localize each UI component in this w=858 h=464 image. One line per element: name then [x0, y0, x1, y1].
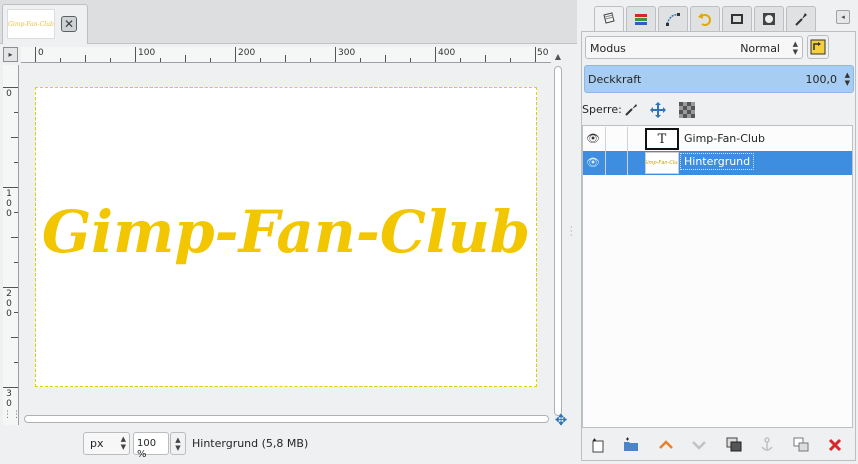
- zoom-dropdown-button[interactable]: ▲ ▼: [170, 432, 186, 455]
- layer-name[interactable]: Hintergrund: [680, 153, 755, 170]
- layer-thumbnail: Gimp-Fan-Club: [645, 152, 679, 174]
- new-layer-icon[interactable]: [586, 434, 610, 456]
- unit-select[interactable]: px ▲ ▼: [83, 432, 130, 455]
- navigate-icon[interactable]: ✥: [553, 412, 569, 428]
- opacity-value: 100,0: [805, 73, 838, 86]
- new-layer-group-icon[interactable]: [619, 434, 643, 456]
- status-info: Hintergrund (5,8 MB): [192, 437, 309, 450]
- zoom-input[interactable]: 100 %: [133, 432, 169, 460]
- layers-list[interactable]: 👁 T Gimp-Fan-Club 👁 Gimp-Fan-Club Hinter…: [582, 125, 853, 428]
- layer-thumbnail: T: [645, 128, 679, 150]
- unit-value: px: [90, 437, 104, 450]
- ruler-label: 300: [338, 48, 356, 58]
- dock-tabs: ◂: [581, 4, 858, 32]
- eye-icon[interactable]: 👁: [586, 132, 600, 146]
- resize-grip-icon: ⋮⋮: [3, 410, 21, 420]
- lock-label: Sperre:: [582, 103, 622, 116]
- lock-row: Sperre:: [582, 100, 852, 120]
- artwork-text: Gimp-Fan-Club: [42, 198, 530, 266]
- artwork: Gimp-Fan-Club: [36, 88, 536, 386]
- spin-arrows-icon[interactable]: ▲ ▼: [845, 71, 850, 87]
- status-bar: px ▲ ▼ 100 % ▲ ▼ Hintergrund (5,8 MB): [0, 428, 577, 460]
- scroll-track[interactable]: [24, 415, 549, 423]
- delete-layer-icon[interactable]: [823, 434, 847, 456]
- anchor-layer-icon[interactable]: [755, 434, 779, 456]
- image-tab-bar: Gimp-Fan-Club ✕: [0, 0, 577, 45]
- lock-pixels-icon[interactable]: [622, 101, 640, 119]
- lock-alpha-icon[interactable]: [678, 101, 696, 119]
- vertical-scrollbar[interactable]: ▲: [551, 52, 565, 416]
- tool-options-icon[interactable]: [786, 6, 816, 32]
- horizontal-ruler[interactable]: 0 100 200 300 400 50: [21, 47, 551, 63]
- spin-arrows-icon: ▲ ▼: [120, 435, 126, 451]
- layers-dock: Modus Normal ▲ ▼ Deckkraft 100,0 ▲ ▼ Sperr…: [581, 31, 856, 461]
- ruler-label: 0: [6, 89, 12, 99]
- pane-splitter[interactable]: · · ·: [570, 224, 576, 240]
- layer-row[interactable]: 👁 T Gimp-Fan-Club: [583, 127, 852, 151]
- dock-menu-button[interactable]: ◂: [836, 10, 850, 24]
- lock-position-icon[interactable]: [649, 101, 667, 119]
- mode-select[interactable]: Modus Normal ▲ ▼: [585, 36, 803, 59]
- opacity-slider[interactable]: Deckkraft 100,0 ▲ ▼: [584, 65, 854, 93]
- scroll-track[interactable]: [554, 66, 562, 416]
- eye-icon[interactable]: 👁: [586, 156, 600, 170]
- scroll-up-icon[interactable]: ▲: [551, 52, 565, 64]
- ruler-label: 50: [537, 48, 549, 58]
- layer-name[interactable]: Gimp-Fan-Club: [684, 132, 765, 145]
- opacity-label: Deckkraft: [588, 73, 642, 86]
- undo-history-icon[interactable]: [690, 6, 720, 32]
- ruler-label: 0: [38, 48, 44, 58]
- image-tab[interactable]: Gimp-Fan-Club ✕: [2, 4, 88, 45]
- ruler-label: 200: [6, 289, 12, 319]
- paths-icon[interactable]: [658, 6, 688, 32]
- spin-arrows-icon: ▲ ▼: [792, 40, 798, 56]
- duplicate-layer-icon[interactable]: [722, 434, 746, 456]
- mode-value: Normal: [740, 42, 780, 55]
- quick-mask-toggle[interactable]: ▸: [3, 47, 18, 62]
- canvas-view[interactable]: Gimp-Fan-Club: [21, 65, 551, 425]
- layer-action-buttons: [582, 432, 855, 458]
- ruler-label: 100: [138, 48, 156, 58]
- ruler-label: 100: [6, 189, 12, 219]
- image-icon[interactable]: [722, 6, 752, 32]
- image-canvas[interactable]: Gimp-Fan-Club: [35, 87, 537, 387]
- mode-options-button[interactable]: [807, 35, 829, 59]
- horizontal-scrollbar[interactable]: [24, 412, 549, 426]
- ruler-label: 400: [438, 48, 456, 58]
- ruler-label: 200: [238, 48, 256, 58]
- canvas-frame: ▸ 0 100 200 300 400 50 0 100 200 30 Gimp…: [0, 44, 577, 464]
- close-icon[interactable]: ✕: [61, 16, 77, 32]
- lower-layer-icon[interactable]: [687, 434, 711, 456]
- merge-layer-icon[interactable]: [789, 434, 813, 456]
- channels-icon[interactable]: [626, 6, 656, 32]
- mode-swap-icon: [810, 39, 826, 55]
- image-thumbnail: Gimp-Fan-Club: [7, 9, 55, 39]
- layers-icon[interactable]: [594, 6, 624, 32]
- ruler-label: 30: [6, 389, 12, 409]
- raise-layer-icon[interactable]: [654, 434, 678, 456]
- brushes-icon[interactable]: [754, 6, 784, 32]
- vertical-ruler[interactable]: 0 100 200 30: [3, 65, 19, 425]
- mode-label: Modus: [590, 42, 626, 55]
- layer-row[interactable]: 👁 Gimp-Fan-Club Hintergrund: [583, 151, 852, 175]
